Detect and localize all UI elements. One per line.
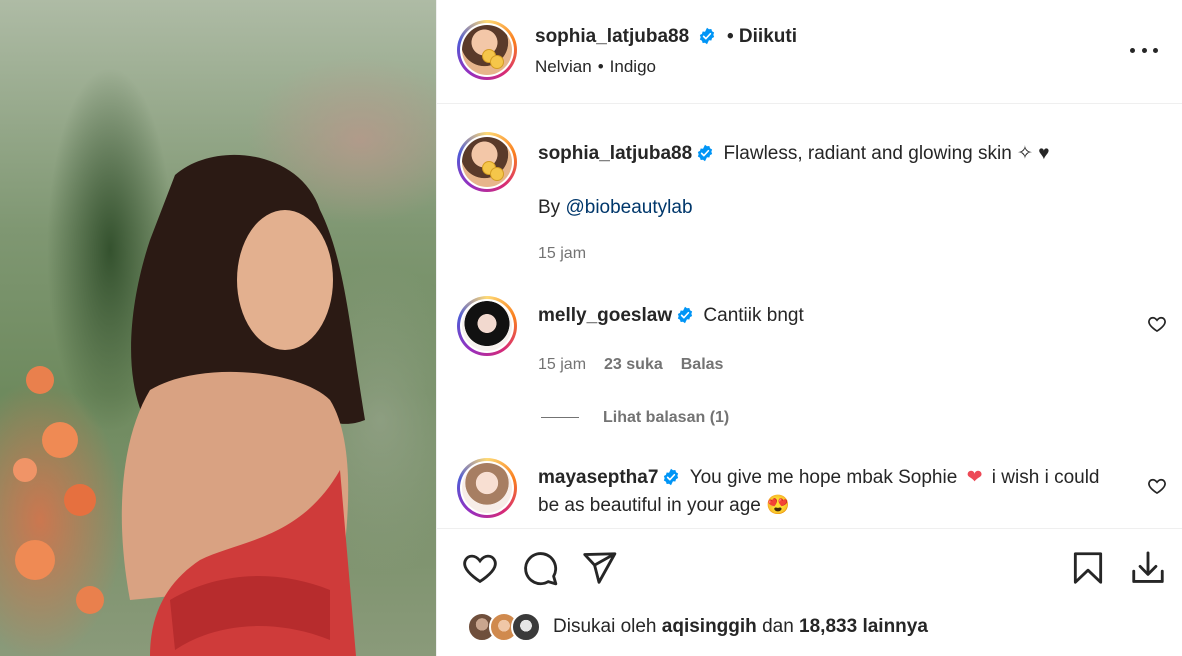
- verified-badge-icon: [678, 306, 693, 324]
- comment-text: You give me hope mbak Sophie: [689, 467, 958, 488]
- comment-username[interactable]: mayaseptha7: [538, 467, 658, 488]
- audio-artist: Nelvian: [535, 57, 592, 76]
- red-heart-emoji: ❤: [966, 467, 983, 488]
- comment-time: 15 jam: [538, 356, 587, 373]
- bookmark-icon[interactable]: [1069, 549, 1107, 587]
- liker-avatar[interactable]: [511, 612, 541, 642]
- replies-divider: [541, 417, 579, 418]
- post-photo: [13, 154, 365, 656]
- comments-list: sophia_latjuba88 Flawless, radiant and g…: [437, 104, 1182, 528]
- audio-title: Indigo: [609, 57, 656, 76]
- mention-link[interactable]: @biobeautylab: [565, 197, 692, 218]
- comment-like-heart-icon[interactable]: [1147, 476, 1167, 496]
- commenter-avatar[interactable]: [457, 458, 517, 518]
- comment-meta: 15 jam 23 suka Balas: [538, 356, 723, 374]
- likes-text: Disukai oleh aqisinggih dan 18,833 lainn…: [553, 616, 928, 637]
- audio-info[interactable]: Nelvian • Indigo: [535, 57, 656, 77]
- author-username[interactable]: sophia_latjuba88: [535, 26, 689, 47]
- caption-line: sophia_latjuba88 Flawless, radiant and g…: [538, 140, 1050, 168]
- comment-username[interactable]: melly_goeslaw: [538, 305, 672, 326]
- comment-like-heart-icon[interactable]: [1147, 314, 1167, 334]
- post-header: sophia_latjuba88 • Diikuti Nelvian • Indig…: [437, 0, 1182, 104]
- follow-status[interactable]: • Diikuti: [727, 26, 797, 48]
- post-detail-panel: sophia_latjuba88 • Diikuti Nelvian • Indig…: [436, 0, 1182, 656]
- more-options-icon[interactable]: [1130, 36, 1158, 64]
- share-icon[interactable]: [580, 549, 618, 587]
- caption-credit: By @biobeautylab: [538, 197, 693, 218]
- caption-username[interactable]: sophia_latjuba88: [538, 143, 692, 164]
- caption-avatar[interactable]: [457, 132, 517, 192]
- author-avatar[interactable]: [457, 20, 517, 80]
- liker-username[interactable]: aqisinggih: [662, 616, 757, 637]
- heart-icon[interactable]: [461, 549, 499, 587]
- comment-text: Cantiik bngt: [703, 305, 804, 326]
- comment-line: mayaseptha7 You give me hope mbak Sophie…: [538, 464, 1108, 520]
- caption-time: 15 jam: [538, 245, 587, 262]
- reply-button[interactable]: Balas: [681, 356, 724, 373]
- view-replies-button[interactable]: Lihat balasan (1): [603, 409, 729, 427]
- verified-badge-icon: [664, 468, 679, 486]
- verified-badge-icon: [699, 27, 714, 45]
- likes-summary: Disukai oleh aqisinggih dan 18,833 lainn…: [467, 609, 928, 645]
- comment-likes[interactable]: 23 suka: [604, 356, 663, 373]
- post-actions-bar: Disukai oleh aqisinggih dan 18,833 lainn…: [437, 528, 1182, 656]
- comment-line: melly_goeslaw Cantiik bngt: [538, 302, 804, 330]
- commenter-avatar[interactable]: [457, 296, 517, 356]
- likes-count[interactable]: 18,833 lainnya: [799, 616, 928, 637]
- heart-eyes-emoji: 😍: [766, 495, 790, 516]
- comment-icon[interactable]: [521, 549, 559, 587]
- download-icon[interactable]: [1129, 549, 1167, 587]
- caption-text: Flawless, radiant and glowing skin ✧ ♥: [723, 143, 1050, 164]
- verified-badge-icon: [698, 144, 713, 162]
- post-media[interactable]: [0, 0, 436, 656]
